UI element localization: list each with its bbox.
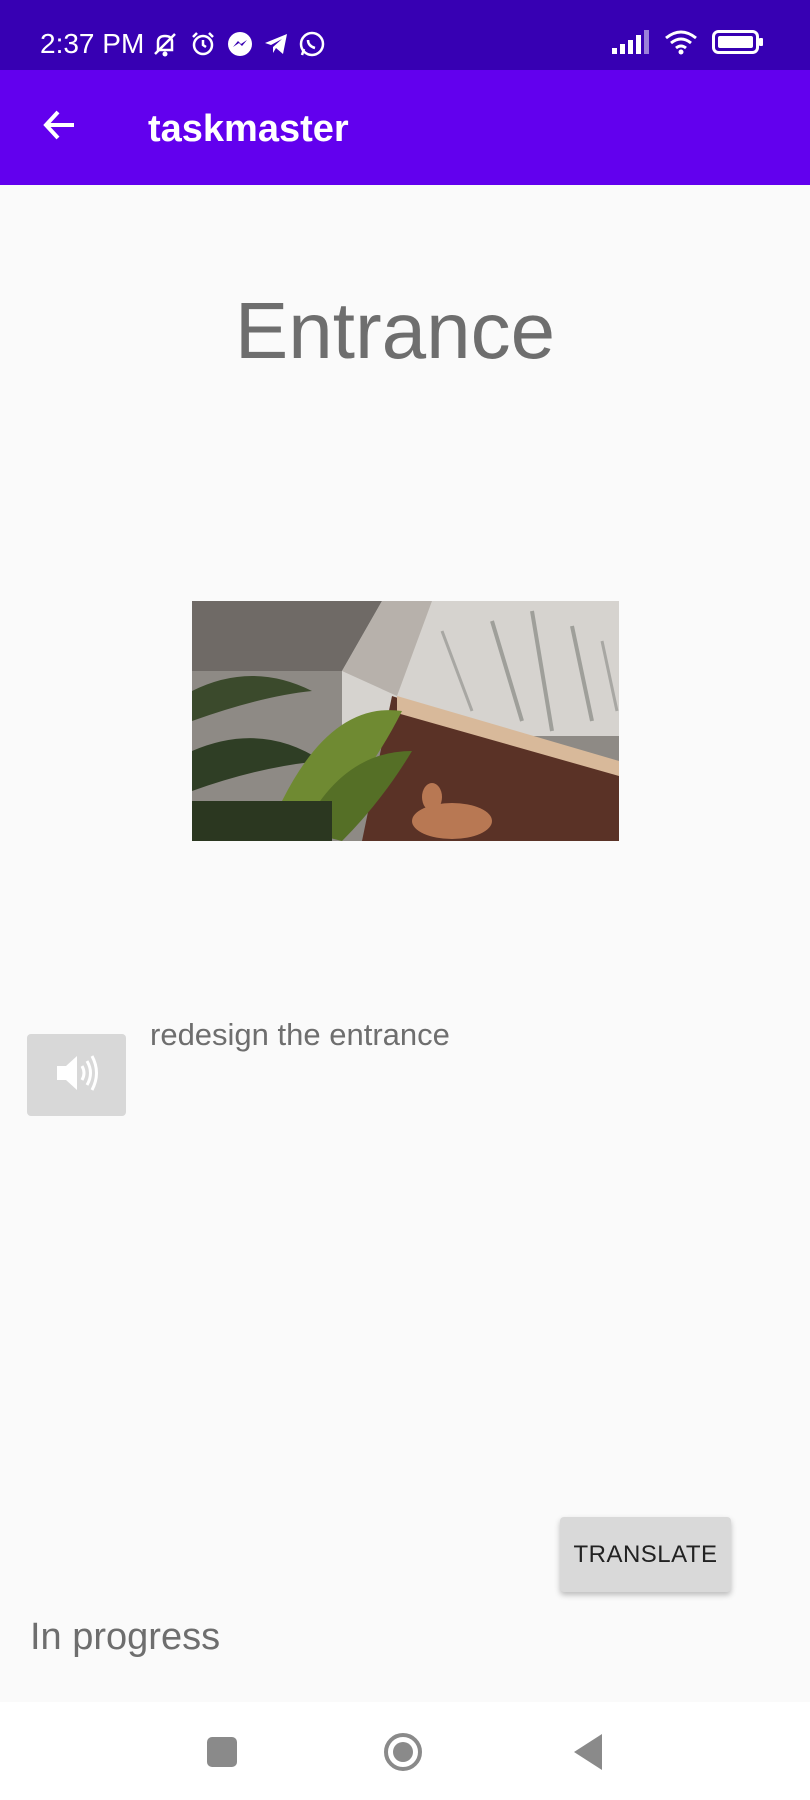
battery-icon <box>712 29 764 60</box>
speak-button[interactable] <box>27 1034 126 1116</box>
back-triangle-icon <box>572 1733 604 1775</box>
translate-button[interactable]: TRANSLATE <box>560 1517 731 1592</box>
task-description: redesign the entrance <box>150 1017 450 1052</box>
home-circle-icon <box>383 1732 423 1777</box>
task-image <box>192 601 619 841</box>
system-icons <box>612 29 764 59</box>
task-title: Entrance <box>234 286 556 375</box>
speaker-icon <box>53 1051 101 1100</box>
whatsapp-icon <box>298 30 326 58</box>
notification-icons <box>150 27 326 61</box>
alarm-icon <box>188 29 218 59</box>
messenger-icon <box>226 30 254 58</box>
recents-button[interactable] <box>202 1734 242 1774</box>
status-time: 2:37 PM <box>40 28 145 59</box>
status-bar: 2:37 PM <box>0 0 810 70</box>
task-status: In progress <box>30 1616 221 1658</box>
nav-back-button[interactable] <box>568 1733 608 1775</box>
recents-square-icon <box>207 1736 237 1772</box>
muted-bell-icon <box>150 29 180 59</box>
back-button[interactable] <box>30 97 90 157</box>
home-button[interactable] <box>383 1732 423 1777</box>
app-bar: taskmaster <box>0 70 810 185</box>
telegram-icon <box>262 30 290 58</box>
navigation-bar <box>0 1702 810 1800</box>
signal-icon <box>612 29 650 59</box>
arrow-back-icon <box>42 107 78 148</box>
app-title: taskmaster <box>148 108 349 150</box>
wifi-icon <box>664 29 698 60</box>
